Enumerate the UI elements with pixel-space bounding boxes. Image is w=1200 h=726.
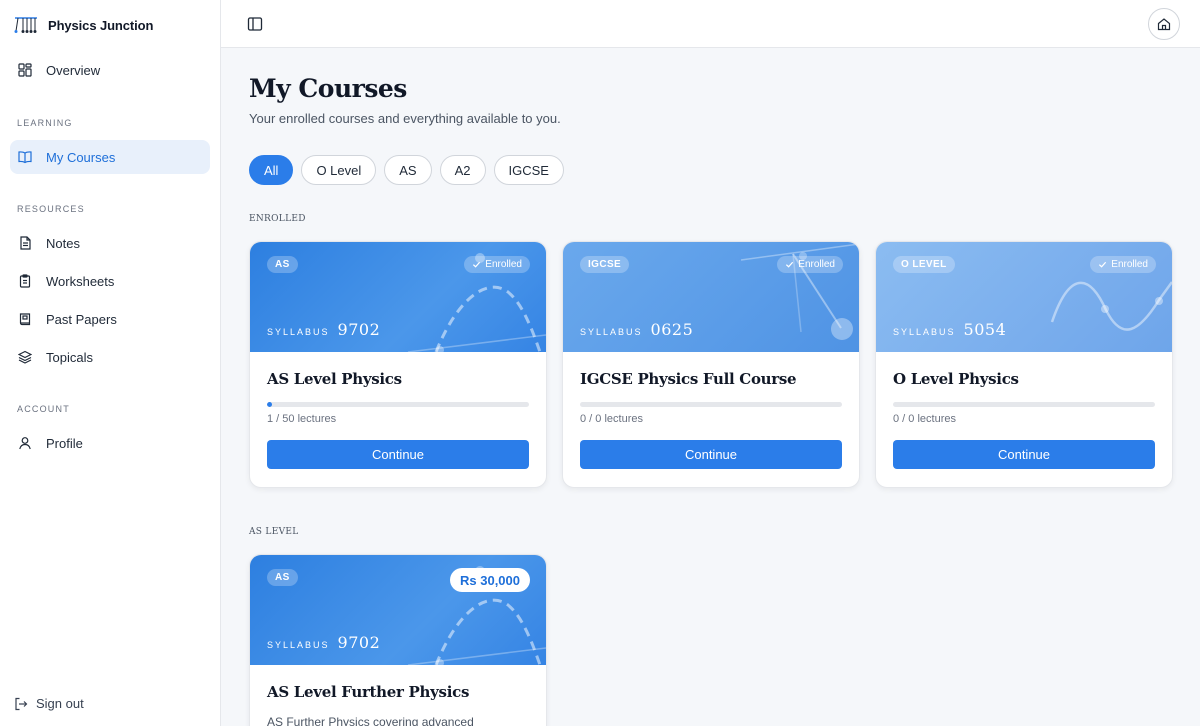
sidebar-item-past-papers[interactable]: Past Papers <box>10 302 210 336</box>
layers-icon <box>18 350 32 364</box>
brand[interactable]: Physics Junction <box>14 14 153 36</box>
sidebar-item-label: Past Papers <box>46 311 117 327</box>
top-bar <box>221 0 1200 48</box>
enrolled-label: Enrolled <box>1111 259 1148 270</box>
filter-chip-as[interactable]: AS <box>384 155 432 185</box>
course-title: AS Level Physics <box>267 370 402 388</box>
level-tag: O LEVEL <box>893 256 955 273</box>
progress-bar <box>267 402 529 407</box>
sidebar-item-label: Profile <box>46 435 83 451</box>
sidebar-item-overview[interactable]: Overview <box>10 53 210 87</box>
sign-out-label: Sign out <box>36 696 84 711</box>
syllabus-code: 9702 <box>337 633 381 652</box>
filter-chip-o-level[interactable]: O Level <box>301 155 377 185</box>
syllabus-code: 9702 <box>337 320 381 339</box>
progress-fill <box>267 402 273 407</box>
brand-name: Physics Junction <box>48 17 154 33</box>
sidebar-item-notes[interactable]: Notes <box>10 226 210 260</box>
price-badge: Rs 30,000 <box>450 568 530 592</box>
enrolled-badge: Enrolled <box>1090 256 1156 273</box>
section-label-account: ACCOUNT <box>17 404 70 414</box>
course-card[interactable]: O LEVEL Enrolled SYLLABUS 5054 O Level P… <box>875 241 1173 488</box>
course-hero: AS Rs 30,000 SYLLABUS 9702 <box>250 555 546 665</box>
syllabus-label: SYLLABUS <box>580 327 643 337</box>
group-label-as-level: AS LEVEL <box>249 527 299 537</box>
sidebar-panel-icon[interactable] <box>247 16 263 32</box>
home-icon <box>1157 18 1171 31</box>
syllabus-label: SYLLABUS <box>267 640 330 650</box>
filter-chip-igcse[interactable]: IGCSE <box>493 155 564 185</box>
course-card[interactable]: AS Enrolled SYLLABUS 9702 AS Level Physi… <box>249 241 547 488</box>
enrolled-label: Enrolled <box>485 259 522 270</box>
progress-bar <box>893 402 1155 407</box>
log-out-icon <box>15 697 28 710</box>
enrolled-badge: Enrolled <box>464 256 530 273</box>
course-card[interactable]: IGCSE Enrolled SYLLABUS 0625 IGCSE Physi… <box>562 241 860 488</box>
grid-icon <box>18 63 32 77</box>
syllabus: SYLLABUS 0625 <box>580 320 693 339</box>
level-tag: IGCSE <box>580 256 630 273</box>
syllabus-label: SYLLABUS <box>267 327 330 337</box>
course-hero: AS Enrolled SYLLABUS 9702 <box>250 242 546 352</box>
course-body: AS Level Physics 1 / 50 lectures Continu… <box>250 352 546 487</box>
sidebar-item-profile[interactable]: Profile <box>10 426 210 460</box>
syllabus-code: 0625 <box>650 320 694 339</box>
sign-out-button[interactable]: Sign out <box>14 696 84 711</box>
file-text-icon <box>20 236 31 250</box>
continue-button[interactable]: Continue <box>580 440 842 469</box>
syllabus: SYLLABUS 9702 <box>267 320 380 339</box>
course-description: AS Further Physics covering advanced <box>267 715 474 726</box>
syllabus-code: 5054 <box>963 320 1007 339</box>
continue-button[interactable]: Continue <box>893 440 1155 469</box>
section-label-resources: RESOURCES <box>17 204 85 214</box>
course-title: IGCSE Physics Full Course <box>580 370 797 388</box>
page-title: My Courses <box>249 74 407 103</box>
course-hero: O LEVEL Enrolled SYLLABUS 5054 <box>876 242 1172 352</box>
home-button[interactable] <box>1148 8 1180 40</box>
continue-button[interactable]: Continue <box>267 440 529 469</box>
section-label-learning: LEARNING <box>17 118 73 128</box>
syllabus: SYLLABUS 9702 <box>267 633 380 652</box>
lecture-count: 1 / 50 lectures <box>267 413 337 425</box>
check-icon <box>473 261 481 268</box>
clipboard-icon <box>19 274 31 288</box>
progress-bar <box>580 402 842 407</box>
sidebar-item-my-courses[interactable]: My Courses <box>10 140 210 174</box>
course-body: O Level Physics 0 / 0 lectures Continue <box>876 352 1172 487</box>
user-icon <box>19 437 31 450</box>
pendulum-logo-icon <box>14 17 37 33</box>
check-icon <box>786 261 794 268</box>
check-icon <box>1099 261 1107 268</box>
book-open-icon <box>18 151 32 164</box>
lecture-count: 0 / 0 lectures <box>893 413 956 425</box>
sidebar-item-label: Worksheets <box>46 273 115 289</box>
page-subtitle: Your enrolled courses and everything ava… <box>249 111 561 126</box>
filter-chips: All O Level AS A2 IGCSE <box>249 155 564 185</box>
sidebar-item-worksheets[interactable]: Worksheets <box>10 264 210 298</box>
level-tag: AS <box>267 256 298 273</box>
course-hero: IGCSE Enrolled SYLLABUS 0625 <box>563 242 859 352</box>
enrolled-label: Enrolled <box>798 259 835 270</box>
sidebar-item-label: Topicals <box>46 349 93 365</box>
enrolled-badge: Enrolled <box>777 256 843 273</box>
sidebar-item-label: My Courses <box>46 149 116 165</box>
book-icon <box>19 313 31 326</box>
course-body: IGCSE Physics Full Course 0 / 0 lectures… <box>563 352 859 487</box>
sidebar-item-label: Overview <box>46 62 101 78</box>
sidebar: Physics Junction Overview LEARNING My Co… <box>0 0 221 726</box>
sidebar-item-label: Notes <box>46 235 80 251</box>
course-title: O Level Physics <box>893 370 1019 388</box>
group-label-enrolled: ENROLLED <box>249 214 306 224</box>
lecture-count: 0 / 0 lectures <box>580 413 643 425</box>
filter-chip-all[interactable]: All <box>249 155 294 185</box>
level-tag: AS <box>267 569 298 586</box>
sidebar-item-topicals[interactable]: Topicals <box>10 340 210 374</box>
syllabus-label: SYLLABUS <box>893 327 956 337</box>
course-body: AS Level Further Physics AS Further Phys… <box>250 665 546 726</box>
course-title: AS Level Further Physics <box>267 683 470 701</box>
course-card[interactable]: AS Rs 30,000 SYLLABUS 9702 AS Level Furt… <box>249 554 547 726</box>
filter-chip-a2[interactable]: A2 <box>439 155 486 185</box>
syllabus: SYLLABUS 5054 <box>893 320 1006 339</box>
